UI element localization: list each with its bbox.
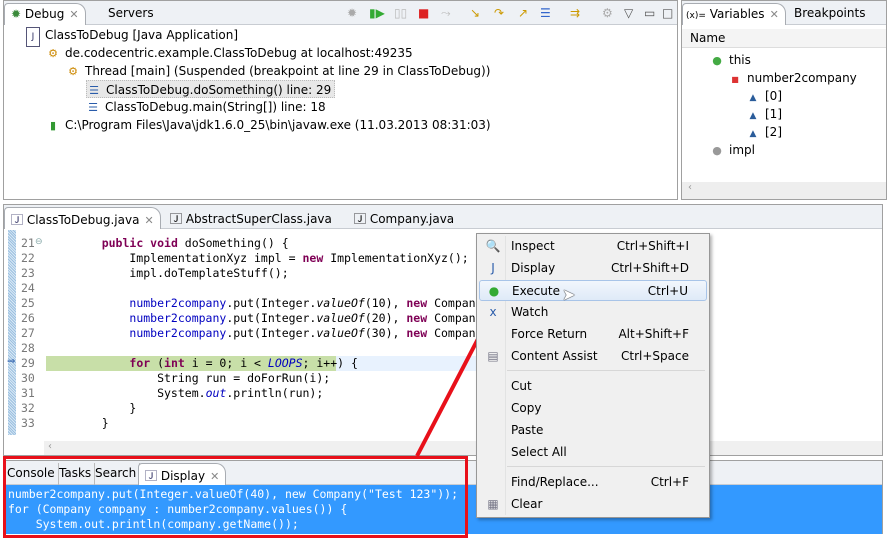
menu-item-content-assist[interactable]: ▤ Content Assist Ctrl+Space [479, 346, 707, 367]
menu-item-clear[interactable]: ▦ Clear [479, 494, 707, 515]
context-menu: 🔍 Inspect Ctrl+Shift+I J Display Ctrl+Shift+D… [476, 233, 710, 518]
menu-item-label: Paste [511, 423, 544, 437]
menu-item-label: Copy [511, 401, 542, 415]
menu-item-label: Clear [511, 497, 543, 511]
menu-item-select-all[interactable]: Select All [479, 442, 707, 463]
menu-item-label: Select All [511, 445, 567, 459]
menu-item-watch[interactable]: x Watch [479, 302, 707, 323]
menu-item-label: Find/Replace... [511, 475, 599, 489]
menu-item-display[interactable]: J Display Ctrl+Shift+D [479, 258, 707, 279]
magnifier-icon: 🔍 [485, 239, 501, 253]
menu-item-execute[interactable]: ● Execute Ctrl+U [479, 280, 707, 301]
menu-item-shortcut: Ctrl+U [647, 284, 688, 298]
menu-item-find-replace[interactable]: Find/Replace... Ctrl+F [479, 472, 707, 493]
menu-item-paste[interactable]: Paste [479, 420, 707, 441]
menu-item-cut[interactable]: Cut [479, 376, 707, 397]
execute-icon: ● [488, 284, 500, 298]
menu-item-shortcut: Ctrl+F [650, 475, 689, 489]
menu-item-shortcut: Ctrl+Shift+I [616, 239, 689, 253]
menu-separator [507, 370, 705, 371]
menu-item-label: Force Return [511, 327, 588, 341]
menu-item-shortcut: Ctrl+Shift+D [611, 261, 689, 275]
content-assist-icon: ▤ [487, 349, 499, 363]
clear-icon: ▦ [487, 497, 499, 511]
menu-separator [507, 466, 705, 467]
menu-item-label: Content Assist [511, 349, 598, 363]
display-icon: J [491, 261, 495, 275]
menu-item-label: Cut [511, 379, 532, 393]
menu-item-copy[interactable]: Copy [479, 398, 707, 419]
annotation-arrow [415, 296, 500, 457]
menu-item-label: Inspect [511, 239, 555, 253]
watch-icon: x [489, 305, 497, 319]
menu-item-force-return[interactable]: Force Return Alt+Shift+F [479, 324, 707, 345]
menu-item-shortcut: Alt+Shift+F [618, 327, 689, 341]
menu-item-label: Display [511, 261, 556, 275]
menu-item-shortcut: Ctrl+Space [621, 349, 689, 363]
mouse-cursor-icon: ➤ [562, 285, 576, 304]
menu-item-label: Execute [512, 284, 560, 298]
menu-item-label: Watch [511, 305, 549, 319]
menu-item-inspect[interactable]: 🔍 Inspect Ctrl+Shift+I [479, 236, 707, 257]
